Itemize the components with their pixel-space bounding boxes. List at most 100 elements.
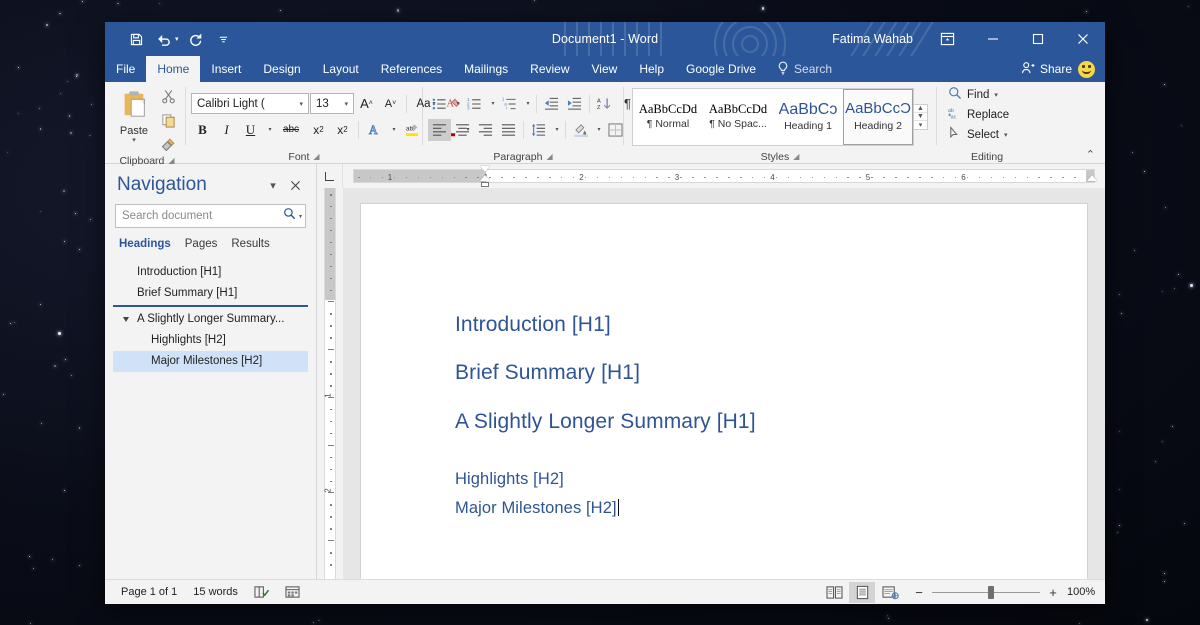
doc-heading-highlights[interactable]: Highlights [H2]	[455, 469, 993, 490]
tab-stop-selector[interactable]	[317, 164, 343, 188]
zoom-slider-thumb[interactable]	[988, 586, 994, 599]
doc-heading-a-slightly-longer-summary[interactable]: A Slightly Longer Summary [H1]	[455, 409, 993, 435]
align-left-icon[interactable]	[428, 119, 451, 141]
doc-heading-brief-summary[interactable]: Brief Summary [H1]	[455, 360, 993, 386]
customize-qat-icon[interactable]	[211, 27, 237, 51]
clipboard-dialog-launcher-icon[interactable]: ◢	[168, 157, 174, 165]
styles-more-icon[interactable]: ▾	[914, 121, 927, 129]
left-indent-marker[interactable]	[481, 182, 489, 187]
tab-file[interactable]: File	[105, 56, 146, 82]
collapse-triangle-icon[interactable]	[123, 317, 129, 325]
collapse-ribbon-icon[interactable]: ⌃	[1082, 148, 1099, 162]
align-center-icon[interactable]	[451, 119, 474, 141]
zoom-out-button[interactable]: −	[913, 585, 925, 600]
view-print-layout-icon[interactable]	[849, 582, 875, 603]
numbered-list-icon[interactable]: 123	[463, 93, 486, 115]
italic-icon[interactable]: I	[215, 119, 238, 141]
tab-google-drive[interactable]: Google Drive	[675, 56, 767, 82]
font-size-combo[interactable]: 13 ▾	[310, 93, 354, 114]
feedback-smiley-icon[interactable]	[1078, 61, 1095, 78]
hanging-indent-marker[interactable]	[480, 175, 490, 181]
shading-caret[interactable]: ▾	[592, 119, 604, 141]
word-count[interactable]: 15 words	[185, 582, 246, 603]
underline-icon[interactable]: U	[239, 119, 262, 141]
find-button[interactable]: Find ▾	[946, 85, 1015, 104]
undo-dropdown-caret[interactable]: ▾	[175, 35, 179, 43]
zoom-level[interactable]: 100%	[1067, 586, 1097, 598]
text-highlight-icon[interactable]: ab	[400, 119, 423, 141]
grow-font-icon[interactable]: A˄	[355, 93, 378, 115]
strikethrough-icon[interactable]: abc	[276, 119, 306, 141]
redo-icon[interactable]	[183, 27, 209, 51]
bold-icon[interactable]: B	[191, 119, 214, 141]
horizontal-ruler[interactable]: 1123456	[343, 164, 1105, 188]
shading-icon[interactable]	[569, 119, 592, 141]
style-heading-1[interactable]: AaBbCɔ Heading 1	[773, 89, 843, 145]
page-count[interactable]: Page 1 of 1	[113, 582, 185, 603]
bullet-list-icon[interactable]	[428, 93, 451, 115]
font-size-caret[interactable]: ▾	[341, 100, 351, 108]
undo-icon[interactable]	[151, 27, 177, 51]
share-button[interactable]: Share	[1021, 61, 1072, 78]
select-button[interactable]: Select ▾	[946, 125, 1015, 144]
accessibility-checker-icon[interactable]	[277, 582, 308, 603]
copy-icon[interactable]	[156, 110, 180, 131]
font-name-combo[interactable]: Calibri Light ( ▾	[191, 93, 309, 114]
tab-layout[interactable]: Layout	[312, 56, 370, 82]
underline-caret[interactable]: ▾	[263, 119, 275, 141]
nav-heading-a-slightly-longer-summary[interactable]: A Slightly Longer Summary...	[113, 309, 308, 330]
justify-icon[interactable]	[497, 119, 520, 141]
cut-icon[interactable]	[156, 86, 180, 107]
search-document-input[interactable]	[122, 210, 283, 222]
account-name[interactable]: Fatima Wahab	[832, 32, 913, 46]
search-box[interactable]: Search	[767, 56, 842, 82]
tab-review[interactable]: Review	[519, 56, 580, 82]
multilevel-list-icon[interactable]: 1ai	[498, 93, 521, 115]
zoom-in-button[interactable]: +	[1047, 585, 1059, 600]
ribbon-display-options-icon[interactable]	[925, 22, 970, 56]
shrink-font-icon[interactable]: A˅	[379, 93, 402, 115]
tab-design[interactable]: Design	[252, 56, 311, 82]
format-painter-icon[interactable]	[156, 134, 180, 155]
zoom-slider[interactable]	[932, 592, 1040, 593]
minimize-icon[interactable]	[970, 22, 1015, 56]
multilevel-list-caret[interactable]: ▾	[521, 93, 533, 115]
nav-heading-major-milestones[interactable]: Major Milestones [H2]	[113, 351, 308, 372]
styles-scroll-up-icon[interactable]: ▲	[914, 105, 927, 113]
tab-view[interactable]: View	[581, 56, 629, 82]
styles-scroll-down-icon[interactable]: ▼	[914, 113, 927, 121]
nav-heading-brief-summary[interactable]: Brief Summary [H1]	[113, 283, 308, 304]
nav-heading-introduction[interactable]: Introduction [H1]	[113, 262, 308, 283]
maximize-icon[interactable]	[1015, 22, 1060, 56]
view-web-layout-icon[interactable]	[877, 582, 903, 603]
font-dialog-launcher-icon[interactable]: ◢	[313, 153, 319, 161]
nav-tab-pages[interactable]: Pages	[185, 238, 218, 252]
doc-heading-major-milestones[interactable]: Major Milestones [H2]	[455, 498, 993, 519]
tab-mailings[interactable]: Mailings	[453, 56, 519, 82]
decrease-indent-icon[interactable]	[540, 93, 563, 115]
style-heading-2[interactable]: AaBbCcƆ Heading 2	[843, 89, 913, 145]
increase-indent-icon[interactable]	[563, 93, 586, 115]
nav-tab-headings[interactable]: Headings	[119, 238, 171, 252]
align-right-icon[interactable]	[474, 119, 497, 141]
proofing-errors-icon[interactable]	[246, 582, 277, 603]
paste-button[interactable]: Paste ▾	[114, 86, 154, 144]
close-icon[interactable]	[1060, 22, 1105, 56]
search-options-caret-icon[interactable]: ▾	[296, 213, 302, 220]
find-caret[interactable]: ▾	[994, 91, 998, 99]
numbered-list-caret[interactable]: ▾	[486, 93, 498, 115]
sort-icon[interactable]: AZ	[593, 93, 616, 115]
document-page[interactable]: Introduction [H1] Brief Summary [H1] A S…	[361, 204, 1087, 579]
replace-button[interactable]: abac Replace	[946, 105, 1015, 124]
vertical-ruler[interactable]: 12	[324, 188, 336, 579]
styles-dialog-launcher-icon[interactable]: ◢	[793, 153, 799, 161]
select-caret[interactable]: ▾	[1004, 131, 1008, 139]
navigation-search-box[interactable]: ▾	[115, 204, 306, 228]
font-name-caret[interactable]: ▾	[296, 100, 306, 108]
save-icon[interactable]	[123, 27, 149, 51]
doc-heading-introduction[interactable]: Introduction [H1]	[455, 312, 993, 338]
tab-insert[interactable]: Insert	[200, 56, 252, 82]
bullet-list-caret[interactable]: ▾	[451, 93, 463, 115]
style-no-spacing[interactable]: AaBbCcDd ¶ No Spac...	[703, 89, 773, 145]
line-spacing-icon[interactable]	[527, 119, 550, 141]
